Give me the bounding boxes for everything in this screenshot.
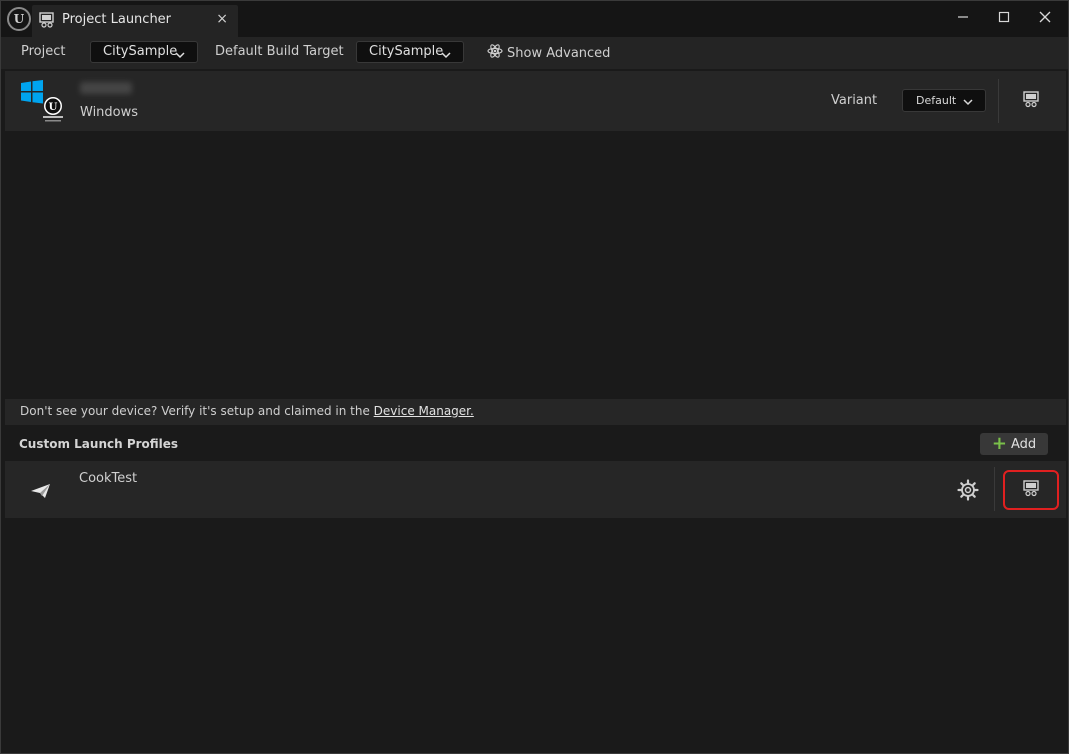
profile-launch-button[interactable] [1011, 473, 1051, 507]
hint-text: Don't see your device? Verify it's setup… [20, 404, 474, 418]
variant-label: Variant [831, 93, 878, 108]
device-os-label: Windows [80, 105, 139, 120]
device-list: U Windows Variant Default [5, 71, 1066, 397]
device-hint-bar: Don't see your device? Verify it's setup… [5, 399, 1066, 425]
divider [994, 467, 995, 511]
device-row-windows[interactable]: U Windows Variant Default [5, 71, 1066, 131]
chevron-down-icon [963, 96, 973, 109]
tab-close-button[interactable]: × [216, 11, 228, 27]
variant-combo[interactable]: Default [902, 89, 986, 112]
chevron-down-icon [175, 48, 185, 63]
hint-message: Don't see your device? Verify it's setup… [20, 404, 374, 418]
device-manager-link[interactable]: Device Manager. [374, 404, 474, 418]
profile-row-cooktest[interactable]: CookTest [5, 461, 1066, 518]
toolbar: Project CitySample Default Build Target … [1, 37, 1068, 69]
variant-combo-value: Default [916, 94, 957, 107]
paper-plane-icon [31, 483, 51, 503]
project-launcher-window: U Project Launcher × Project CitySample … [0, 0, 1069, 754]
plus-icon: + [991, 433, 1007, 454]
title-bar: U Project Launcher × [1, 1, 1068, 37]
launch-device-icon [1022, 90, 1040, 112]
tab-title: Project Launcher [62, 12, 172, 27]
chevron-down-icon [441, 48, 451, 63]
build-target-combo-value: CitySample [369, 44, 444, 59]
tab-project-launcher[interactable]: Project Launcher × [32, 5, 238, 37]
build-target-label: Default Build Target [215, 44, 344, 59]
show-advanced-label: Show Advanced [507, 45, 611, 61]
launch-device-icon [1022, 479, 1040, 501]
windows-logo-icon: U [21, 79, 67, 127]
minimize-button[interactable] [943, 5, 983, 29]
launcher-icon [38, 11, 56, 33]
close-window-button[interactable] [1025, 5, 1065, 29]
show-advanced-button[interactable]: Show Advanced [487, 43, 610, 63]
gear-icon[interactable] [957, 479, 979, 505]
project-label: Project [21, 44, 66, 59]
build-target-combo[interactable]: CitySample [356, 41, 464, 63]
divider [998, 79, 999, 123]
project-combo-value: CitySample [103, 44, 178, 59]
device-name-redacted [80, 82, 132, 94]
project-combo[interactable]: CitySample [90, 41, 198, 63]
profiles-header: Custom Launch Profiles + Add [1, 429, 1068, 459]
atom-icon [487, 43, 503, 63]
svg-text:U: U [49, 102, 58, 113]
profiles-title: Custom Launch Profiles [19, 437, 179, 451]
unreal-logo-icon: U [7, 7, 31, 31]
add-profile-button[interactable]: + Add [980, 433, 1048, 455]
device-launch-button[interactable] [1011, 84, 1051, 118]
profiles-empty-area [5, 521, 1066, 751]
profile-name: CookTest [79, 471, 138, 486]
maximize-button[interactable] [984, 5, 1024, 29]
add-label: Add [1010, 436, 1037, 452]
